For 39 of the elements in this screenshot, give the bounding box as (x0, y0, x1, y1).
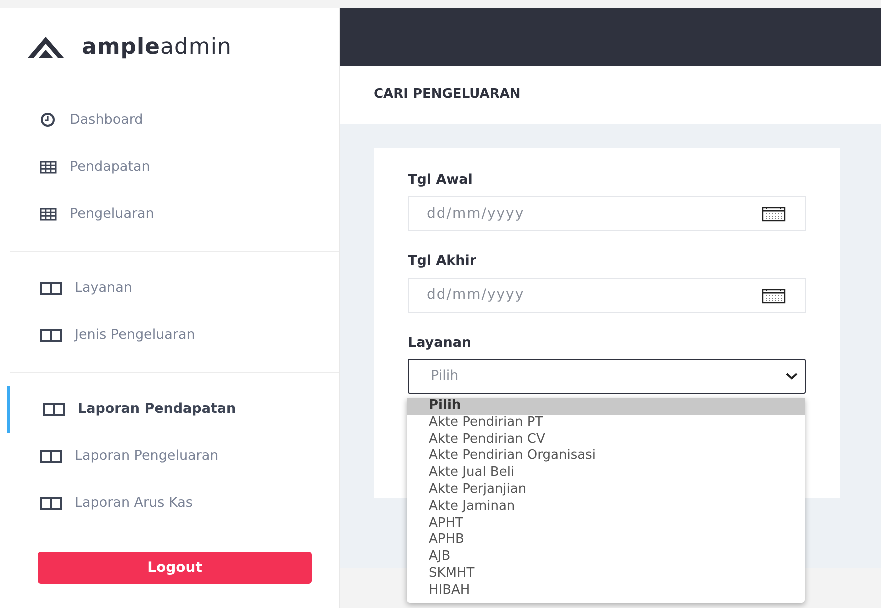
page-title: CARI PENGELUARAN (374, 87, 521, 103)
columns-icon (40, 448, 62, 465)
sidebar-item[interactable]: Pengeluaran (7, 191, 339, 238)
field-label: Layanan (408, 334, 473, 352)
sidebar-item[interactable]: Laporan Pengeluaran (7, 433, 339, 480)
logo-icon (27, 35, 65, 59)
table-icon (40, 206, 57, 223)
columns-icon (40, 495, 62, 512)
dropdown-option[interactable]: Akte Pendirian CV (407, 432, 805, 448)
clock-icon (40, 112, 57, 129)
sidebar-item[interactable]: Layanan (7, 265, 339, 312)
dropdown-option[interactable]: Pilih (407, 398, 805, 415)
table-icon (40, 159, 57, 176)
dropdown-option[interactable]: AJB (407, 549, 805, 566)
calendar-icon[interactable] (762, 288, 786, 304)
dropdown-option[interactable]: Akte Perjanjian (407, 482, 805, 499)
columns-icon (43, 401, 65, 418)
dropdown-option[interactable]: HIBAH (407, 582, 805, 600)
field-label: Tgl Akhir (408, 252, 478, 272)
sidebar-item[interactable]: Jenis Pengeluaran (7, 312, 339, 359)
date-field[interactable]: dd/mm/yyyy (408, 196, 806, 232)
sidebar-item[interactable]: Pendapatan (7, 144, 339, 191)
dropdown-option[interactable]: Akte Pendirian Organisasi (407, 448, 805, 466)
sidebar-item[interactable]: Dashboard (7, 97, 339, 144)
dropdown-option[interactable]: SKMHT (407, 566, 805, 583)
columns-icon (40, 280, 62, 297)
dropdown-option[interactable]: Akte Jual Beli (407, 465, 805, 482)
sidebar-item[interactable]: Laporan Arus Kas (7, 480, 339, 527)
columns-icon (40, 327, 62, 344)
calendar-icon[interactable] (762, 206, 786, 222)
chevron-down-icon (785, 371, 799, 382)
logout-button[interactable]: Logout (38, 552, 312, 584)
dropdown-option[interactable]: APHB (407, 532, 805, 550)
logo-text: ampleadmin (82, 34, 232, 62)
dropdown-option[interactable]: Akte Jaminan (407, 498, 805, 516)
dropdown-option[interactable]: Akte Pendirian PT (407, 414, 805, 432)
date-field[interactable]: dd/mm/yyyy (408, 278, 806, 312)
dropdown-option[interactable]: APHT (407, 516, 805, 532)
field-label: Tgl Awal (408, 171, 474, 190)
